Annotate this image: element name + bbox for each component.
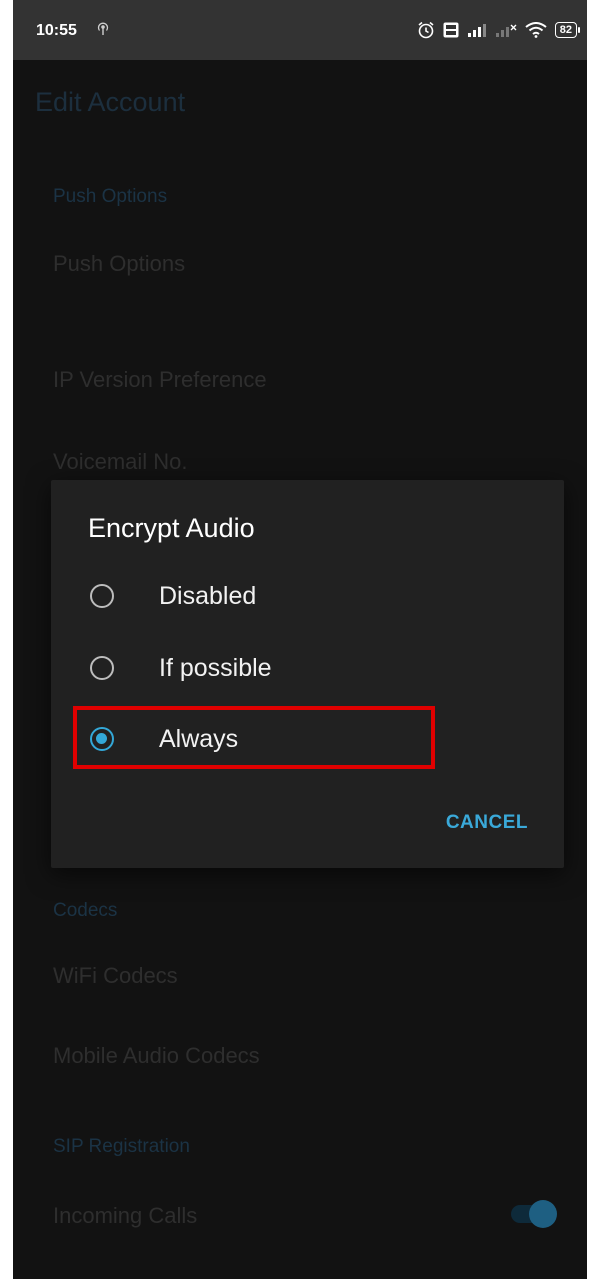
status-bar: 10:55 82 xyxy=(13,0,587,60)
selection-highlight-box xyxy=(73,706,435,769)
toggle-thumb xyxy=(529,1200,557,1228)
page-title: Edit Account xyxy=(35,87,186,117)
battery-icon: 82 xyxy=(554,22,581,38)
alarm-icon xyxy=(417,21,435,39)
status-time: 10:55 xyxy=(36,22,77,39)
wifi-codecs-item[interactable]: WiFi Codecs xyxy=(53,963,178,989)
volte-icon xyxy=(443,22,459,38)
dialog-title: Encrypt Audio xyxy=(88,513,255,543)
option-label: If possible xyxy=(159,654,272,682)
radio-unchecked-icon[interactable] xyxy=(90,584,114,608)
incoming-calls-toggle[interactable] xyxy=(511,1200,557,1228)
section-header-sip: SIP Registration xyxy=(53,1136,190,1157)
radio-unchecked-icon[interactable] xyxy=(90,656,114,680)
hotspot-icon xyxy=(97,22,109,39)
ip-version-preference-item[interactable]: IP Version Preference xyxy=(53,367,267,393)
wifi-icon xyxy=(525,22,547,38)
section-header-push: Push Options xyxy=(53,186,168,207)
push-options-item[interactable]: Push Options xyxy=(53,251,185,277)
mobile-audio-codecs-item[interactable]: Mobile Audio Codecs xyxy=(53,1043,260,1069)
voicemail-number-item[interactable]: Voicemail No. xyxy=(53,449,188,475)
section-header-codecs: Codecs xyxy=(53,900,118,921)
status-icons: 82 xyxy=(417,20,581,40)
option-label: Disabled xyxy=(159,582,257,610)
option-if-possible[interactable]: If possible xyxy=(79,640,539,700)
encrypt-audio-dialog: Encrypt Audio Disabled If possible Alway… xyxy=(51,480,564,868)
incoming-calls-item[interactable]: Incoming Calls xyxy=(53,1203,197,1229)
cancel-button[interactable]: CANCEL xyxy=(446,812,528,834)
option-disabled[interactable]: Disabled xyxy=(79,568,539,628)
signal-icon xyxy=(467,22,487,38)
signal-no-service-icon xyxy=(495,22,517,38)
phone-screen: 10:55 82 Edit Account Push Options Push … xyxy=(13,0,587,1279)
